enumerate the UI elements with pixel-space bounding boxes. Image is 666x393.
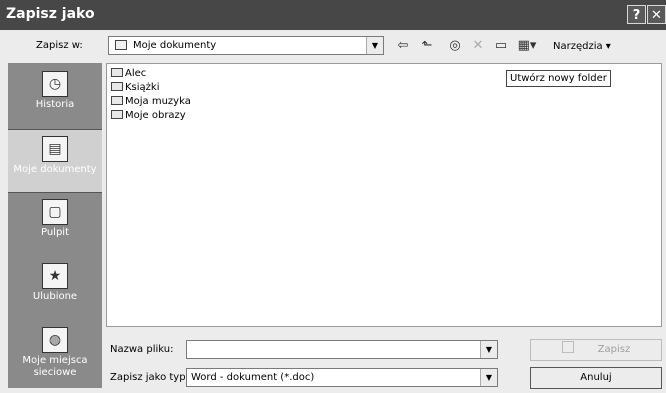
history-icon: ◷ — [42, 71, 68, 97]
back-icon[interactable]: ⇦ — [394, 37, 412, 55]
pictures-folder-icon — [111, 110, 123, 119]
window-title: Zapisz jako — [6, 6, 95, 22]
place-label: Ulubione — [32, 291, 78, 302]
folder-icon — [115, 40, 127, 50]
place-label: Pulpit — [40, 227, 70, 238]
folder-icon — [111, 82, 123, 91]
list-item[interactable]: Moje obrazy — [111, 110, 186, 121]
cancel-button[interactable]: Anuluj — [530, 367, 662, 389]
up-folder-icon[interactable]: ⬑ — [418, 37, 436, 55]
tools-label: Narzędzia — [553, 41, 603, 52]
place-label: Moje miejsca sieciowe — [22, 355, 88, 378]
filetype-label: Zapisz jako typ: — [110, 372, 189, 383]
filetype-value: Word - dokument (*.doc) — [191, 372, 315, 383]
place-network[interactable]: ◍ Moje miejsca sieciowe — [8, 321, 102, 385]
place-favorites[interactable]: ★ Ulubione — [8, 257, 102, 321]
chevron-down-icon[interactable]: ▼ — [480, 369, 497, 386]
network-places-icon: ◍ — [42, 327, 68, 353]
search-web-icon[interactable]: ◎ — [446, 37, 464, 55]
close-button[interactable]: ✕ — [647, 5, 666, 24]
views-icon[interactable]: ▦▾ — [516, 37, 538, 55]
file-name: Moje obrazy — [125, 110, 186, 121]
delete-icon[interactable]: ✕ — [470, 37, 486, 55]
file-name: Alec — [125, 68, 147, 79]
help-button[interactable]: ? — [627, 5, 646, 24]
file-list[interactable]: Alec Książki Moja muzyka Moje obrazy — [106, 63, 662, 327]
tools-menu[interactable]: Narzędzia ▾ — [553, 41, 611, 52]
filename-label: Nazwa pliku: — [110, 344, 174, 355]
tooltip: Utwórz nowy folder — [506, 70, 611, 87]
music-folder-icon — [111, 96, 123, 105]
save-in-label: Zapisz w: — [36, 40, 83, 51]
place-label: Historia — [35, 99, 75, 110]
place-history[interactable]: ◷ Historia — [8, 65, 102, 129]
save-as-dialog: Zapisz jako ? ✕ Zapisz w: Moje dokumenty… — [0, 0, 666, 393]
file-name: Moja muzyka — [125, 96, 191, 107]
title-bar: Zapisz jako ? ✕ — [0, 0, 666, 30]
list-item[interactable]: Książki — [111, 82, 160, 93]
chevron-down-icon[interactable]: ▼ — [480, 341, 497, 358]
folder-icon — [111, 68, 123, 77]
chevron-down-icon[interactable]: ▼ — [366, 37, 383, 54]
save-icon — [561, 341, 574, 353]
places-bar: ◷ Historia ▤ Moje dokumenty ▢ Pulpit ★ U… — [8, 63, 102, 388]
save-in-value: Moje dokumenty — [133, 40, 217, 51]
save-label: Zapisz — [597, 344, 631, 355]
place-my-documents[interactable]: ▤ Moje dokumenty — [8, 129, 102, 193]
place-desktop[interactable]: ▢ Pulpit — [8, 193, 102, 257]
list-item[interactable]: Moja muzyka — [111, 96, 191, 107]
favorites-icon: ★ — [42, 263, 68, 289]
filename-field[interactable]: ▼ — [186, 340, 498, 359]
desktop-icon: ▢ — [42, 199, 68, 225]
file-name: Książki — [125, 82, 160, 93]
new-folder-icon[interactable]: ▭ — [492, 37, 510, 55]
my-documents-icon: ▤ — [42, 136, 68, 162]
save-in-select[interactable]: Moje dokumenty ▼ — [108, 36, 384, 55]
save-button[interactable]: Zapisz — [530, 339, 662, 361]
filetype-select[interactable]: Word - dokument (*.doc) ▼ — [186, 368, 498, 387]
place-label: Moje dokumenty — [13, 164, 97, 175]
list-item[interactable]: Alec — [111, 68, 146, 79]
